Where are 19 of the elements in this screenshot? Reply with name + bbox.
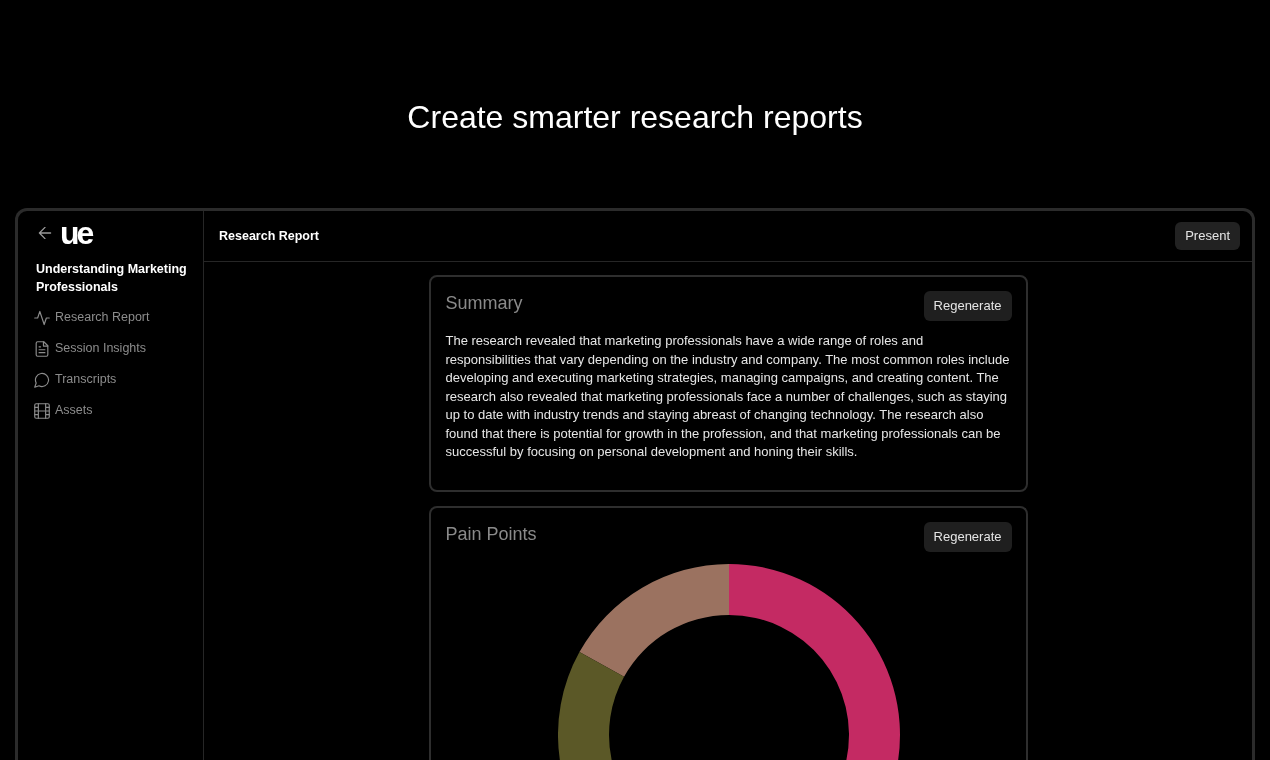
back-arrow-icon[interactable]	[38, 227, 52, 239]
regenerate-button[interactable]: Regenerate	[923, 291, 1012, 321]
page-title: Research Report	[219, 227, 320, 245]
section-title: Summary	[445, 292, 523, 315]
chat-bubble-icon	[34, 371, 50, 388]
sidebar-item[interactable]: Assets	[34, 395, 93, 426]
app-logo: ue	[60, 221, 92, 245]
pulse-icon	[34, 309, 50, 326]
sidebar-item[interactable]: Transcripts	[34, 364, 117, 395]
summary-text: The research revealed that marketing professionals have a wide range of roles and responsibilities that vary depending on the industry and company. The most common roles include developing and executing marketing strategies, managing campaigns, and creating content. The research also revealed that marketing professionals face a number of challenges, such as staying up to date with industry trends and staying abreast of changing technology. The research also found that there is potential for growth in the profession, and that marketing professionals can be successful by focusing on personal development and honing their skills.	[445, 332, 1011, 461]
film-strip-icon	[34, 402, 50, 419]
document-icon	[34, 340, 50, 357]
page-headline: Create smarter research reports	[407, 98, 863, 137]
present-button[interactable]: Present	[1175, 222, 1240, 250]
sidebar-item[interactable]: Session Insights	[34, 333, 147, 364]
section-title: Pain Points	[445, 522, 537, 546]
sidebar-item[interactable]: Research Report	[34, 302, 150, 333]
regenerate-button[interactable]: Regenerate	[923, 521, 1012, 552]
project-title: Understanding Marketing Professionals	[36, 261, 188, 296]
